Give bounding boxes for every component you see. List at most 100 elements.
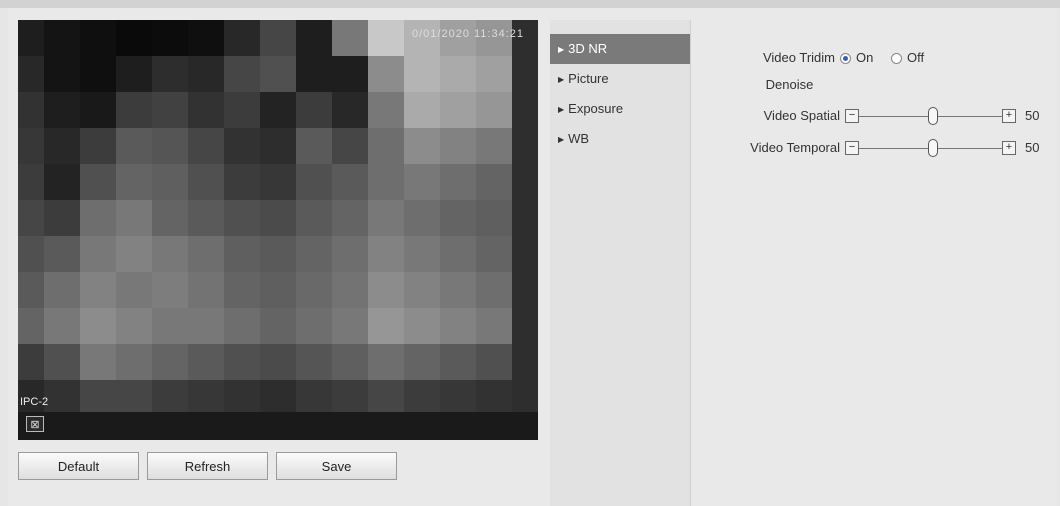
mosaic-block	[224, 56, 260, 92]
mosaic-block	[476, 236, 512, 272]
menu-item-3d-nr[interactable]: ▶ 3D NR	[550, 34, 690, 64]
mosaic-block	[368, 308, 404, 344]
triangle-right-icon: ▶	[558, 74, 565, 84]
mosaic-block	[332, 164, 368, 200]
mosaic-block	[224, 344, 260, 380]
mosaic-block	[296, 92, 332, 128]
mosaic-block	[188, 200, 224, 236]
mosaic-block	[440, 308, 476, 344]
osd-timestamp: 0/01/2020 11:34:21	[412, 28, 524, 40]
mosaic-block	[224, 20, 260, 56]
mosaic-block	[260, 56, 296, 92]
mosaic-block	[476, 200, 512, 236]
mosaic-block	[18, 164, 44, 200]
mosaic-block	[224, 128, 260, 164]
radio-off[interactable]	[891, 53, 902, 64]
mosaic-block	[44, 344, 80, 380]
mosaic-block	[404, 128, 440, 164]
mosaic-block	[440, 200, 476, 236]
mosaic-block	[404, 236, 440, 272]
mosaic-block	[116, 56, 152, 92]
mosaic-block	[440, 164, 476, 200]
mosaic-block	[80, 308, 116, 344]
mosaic-block	[80, 344, 116, 380]
mosaic-block	[44, 308, 80, 344]
radio-on[interactable]	[840, 53, 851, 64]
menu-item-wb[interactable]: ▶ WB	[550, 124, 690, 154]
save-button[interactable]: Save	[276, 452, 397, 480]
mosaic-block	[296, 308, 332, 344]
mosaic-block	[332, 128, 368, 164]
refresh-button[interactable]: Refresh	[147, 452, 268, 480]
mosaic-block	[224, 236, 260, 272]
mosaic-block	[440, 344, 476, 380]
mosaic-block	[368, 164, 404, 200]
mosaic-block	[44, 200, 80, 236]
mosaic-block	[296, 236, 332, 272]
pixelated-video-frame	[18, 20, 512, 412]
mosaic-block	[188, 56, 224, 92]
mosaic-block	[296, 56, 332, 92]
mosaic-block	[332, 236, 368, 272]
mosaic-block	[152, 92, 188, 128]
mosaic-block	[224, 272, 260, 308]
mosaic-block	[116, 164, 152, 200]
spatial-slider-thumb[interactable]	[928, 107, 938, 125]
mosaic-block	[440, 56, 476, 92]
mosaic-block	[368, 380, 404, 412]
on-label: On	[856, 50, 874, 65]
mosaic-block	[188, 20, 224, 56]
default-button[interactable]: Default	[18, 452, 139, 480]
mosaic-block	[296, 380, 332, 412]
spatial-label: Video Spatial	[763, 108, 840, 123]
mosaic-block	[368, 272, 404, 308]
mosaic-block	[476, 272, 512, 308]
divider	[690, 20, 691, 506]
mosaic-block	[80, 236, 116, 272]
mosaic-block	[296, 272, 332, 308]
mosaic-block	[260, 344, 296, 380]
mosaic-block	[188, 308, 224, 344]
menu-item-exposure[interactable]: ▶ Exposure	[550, 94, 690, 124]
menu-item-label: WB	[568, 131, 590, 146]
mosaic-block	[260, 164, 296, 200]
mosaic-block	[224, 308, 260, 344]
triangle-right-icon: ▶	[558, 104, 565, 114]
mosaic-block	[18, 128, 44, 164]
mosaic-block	[260, 128, 296, 164]
mosaic-block	[18, 344, 44, 380]
mosaic-block	[440, 128, 476, 164]
mosaic-block	[80, 200, 116, 236]
temporal-value: 50	[1025, 140, 1040, 155]
menu-item-label: 3D NR	[568, 41, 608, 56]
temporal-label: Video Temporal	[750, 140, 840, 155]
mosaic-block	[188, 128, 224, 164]
menu-item-picture[interactable]: ▶ Picture	[550, 64, 690, 94]
mosaic-block	[188, 164, 224, 200]
mosaic-block	[476, 380, 512, 412]
top-bar	[0, 0, 1060, 8]
temporal-plus-icon[interactable]: +	[1002, 141, 1016, 155]
image-settings-menu: ▶ 3D NR ▶ Picture ▶ Exposure ▶ WB	[550, 20, 690, 506]
spatial-minus-icon[interactable]: −	[845, 109, 859, 123]
mosaic-block	[80, 56, 116, 92]
spatial-value: 50	[1025, 108, 1040, 123]
mosaic-block	[404, 200, 440, 236]
mosaic-block	[116, 128, 152, 164]
fit-window-icon[interactable]: ⊠	[26, 416, 44, 432]
mosaic-block	[296, 344, 332, 380]
temporal-minus-icon[interactable]: −	[845, 141, 859, 155]
mosaic-block	[18, 200, 44, 236]
mosaic-block	[152, 236, 188, 272]
mosaic-block	[44, 164, 80, 200]
mosaic-block	[116, 92, 152, 128]
menu-item-label: Exposure	[568, 101, 624, 116]
mosaic-block	[368, 236, 404, 272]
temporal-slider-thumb[interactable]	[928, 139, 938, 157]
osd-channel-name: IPC-2	[20, 396, 49, 408]
mosaic-block	[224, 92, 260, 128]
mosaic-block	[260, 20, 296, 56]
spatial-plus-icon[interactable]: +	[1002, 109, 1016, 123]
mosaic-block	[116, 344, 152, 380]
mosaic-block	[332, 308, 368, 344]
